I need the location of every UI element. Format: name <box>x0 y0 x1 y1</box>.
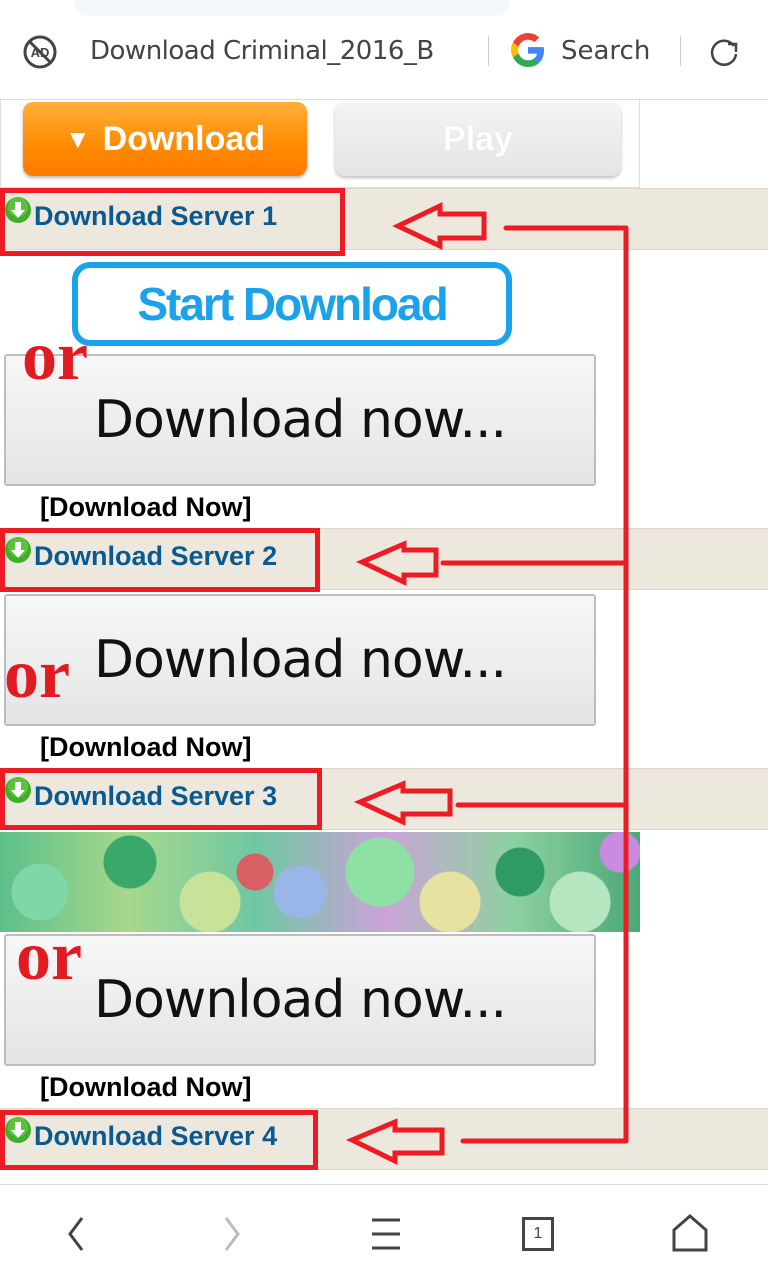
download-server-2-link[interactable]: Download Server 2 <box>4 536 278 572</box>
server-label: Download Server 4 <box>34 1121 278 1151</box>
server-row-4: Download Server 4 <box>0 1108 768 1170</box>
forward-icon <box>224 1217 240 1251</box>
download-now-button-label: Download now... <box>93 390 507 450</box>
player-buttons: ▼ Download Play <box>0 100 640 188</box>
play-button[interactable]: Play <box>335 102 621 176</box>
tabs-button[interactable]: 1 <box>508 1209 568 1259</box>
address-bar-shadow <box>74 0 510 16</box>
download-button-label: Download <box>102 119 266 158</box>
download-now-button[interactable]: Download now... <box>4 934 596 1066</box>
server-row-1: Download Server 1 <box>0 188 768 250</box>
server-label: Download Server 2 <box>34 541 278 571</box>
or-annotation: or <box>22 318 89 395</box>
google-icon[interactable] <box>508 30 548 70</box>
server-label: Download Server 3 <box>34 781 278 811</box>
back-button[interactable] <box>46 1209 106 1259</box>
start-download-button[interactable]: Start Download <box>72 262 512 346</box>
download-server-4-link[interactable]: Download Server 4 <box>4 1116 278 1152</box>
download-button[interactable]: ▼ Download <box>23 102 307 176</box>
download-server-1-link[interactable]: Download Server 1 <box>4 196 278 232</box>
browser-bottom-bar: 1 <box>0 1184 768 1280</box>
search-button[interactable]: Search <box>561 33 650 69</box>
download-arrow-icon <box>5 536 31 563</box>
download-now-link[interactable]: [Download Now] <box>40 492 251 523</box>
question-marks-banner-image[interactable] <box>0 832 640 932</box>
download-now-link[interactable]: [Download Now] <box>40 1072 251 1103</box>
play-button-label: Play <box>443 119 513 158</box>
download-arrow-icon <box>5 776 31 803</box>
page-title[interactable]: Download Criminal_2016_B <box>90 33 485 69</box>
divider <box>680 36 681 66</box>
forward-button[interactable] <box>202 1209 262 1259</box>
ad-block-icon[interactable]: AD <box>22 34 58 70</box>
server-row-2: Download Server 2 <box>0 528 768 590</box>
menu-icon <box>372 1218 400 1250</box>
server-label: Download Server 1 <box>34 201 278 231</box>
menu-button[interactable] <box>356 1209 416 1259</box>
download-arrow-icon <box>5 1116 31 1143</box>
reload-icon[interactable] <box>706 34 742 70</box>
download-now-button[interactable]: Download now... <box>4 354 596 486</box>
download-now-button-label: Download now... <box>93 630 507 690</box>
back-icon <box>68 1217 84 1251</box>
download-server-3-link[interactable]: Download Server 3 <box>4 776 278 812</box>
triangle-down-icon: ▼ <box>64 123 91 154</box>
download-now-button[interactable]: Download now... <box>4 594 596 726</box>
download-arrow-icon <box>5 196 31 223</box>
page: AD Download Criminal_2016_B Search ▼ Dow… <box>0 0 768 1280</box>
home-icon <box>672 1214 708 1252</box>
download-now-link[interactable]: [Download Now] <box>40 732 251 763</box>
divider <box>488 36 489 66</box>
download-now-button-label: Download now... <box>93 970 507 1030</box>
home-button[interactable] <box>660 1209 720 1259</box>
tabs-icon: 1 <box>522 1217 554 1251</box>
browser-top-bar: AD Download Criminal_2016_B Search <box>0 0 768 100</box>
or-annotation: or <box>16 918 83 995</box>
tab-count: 1 <box>533 1225 543 1242</box>
server-row-3: Download Server 3 <box>0 768 768 830</box>
or-annotation: or <box>4 636 71 713</box>
